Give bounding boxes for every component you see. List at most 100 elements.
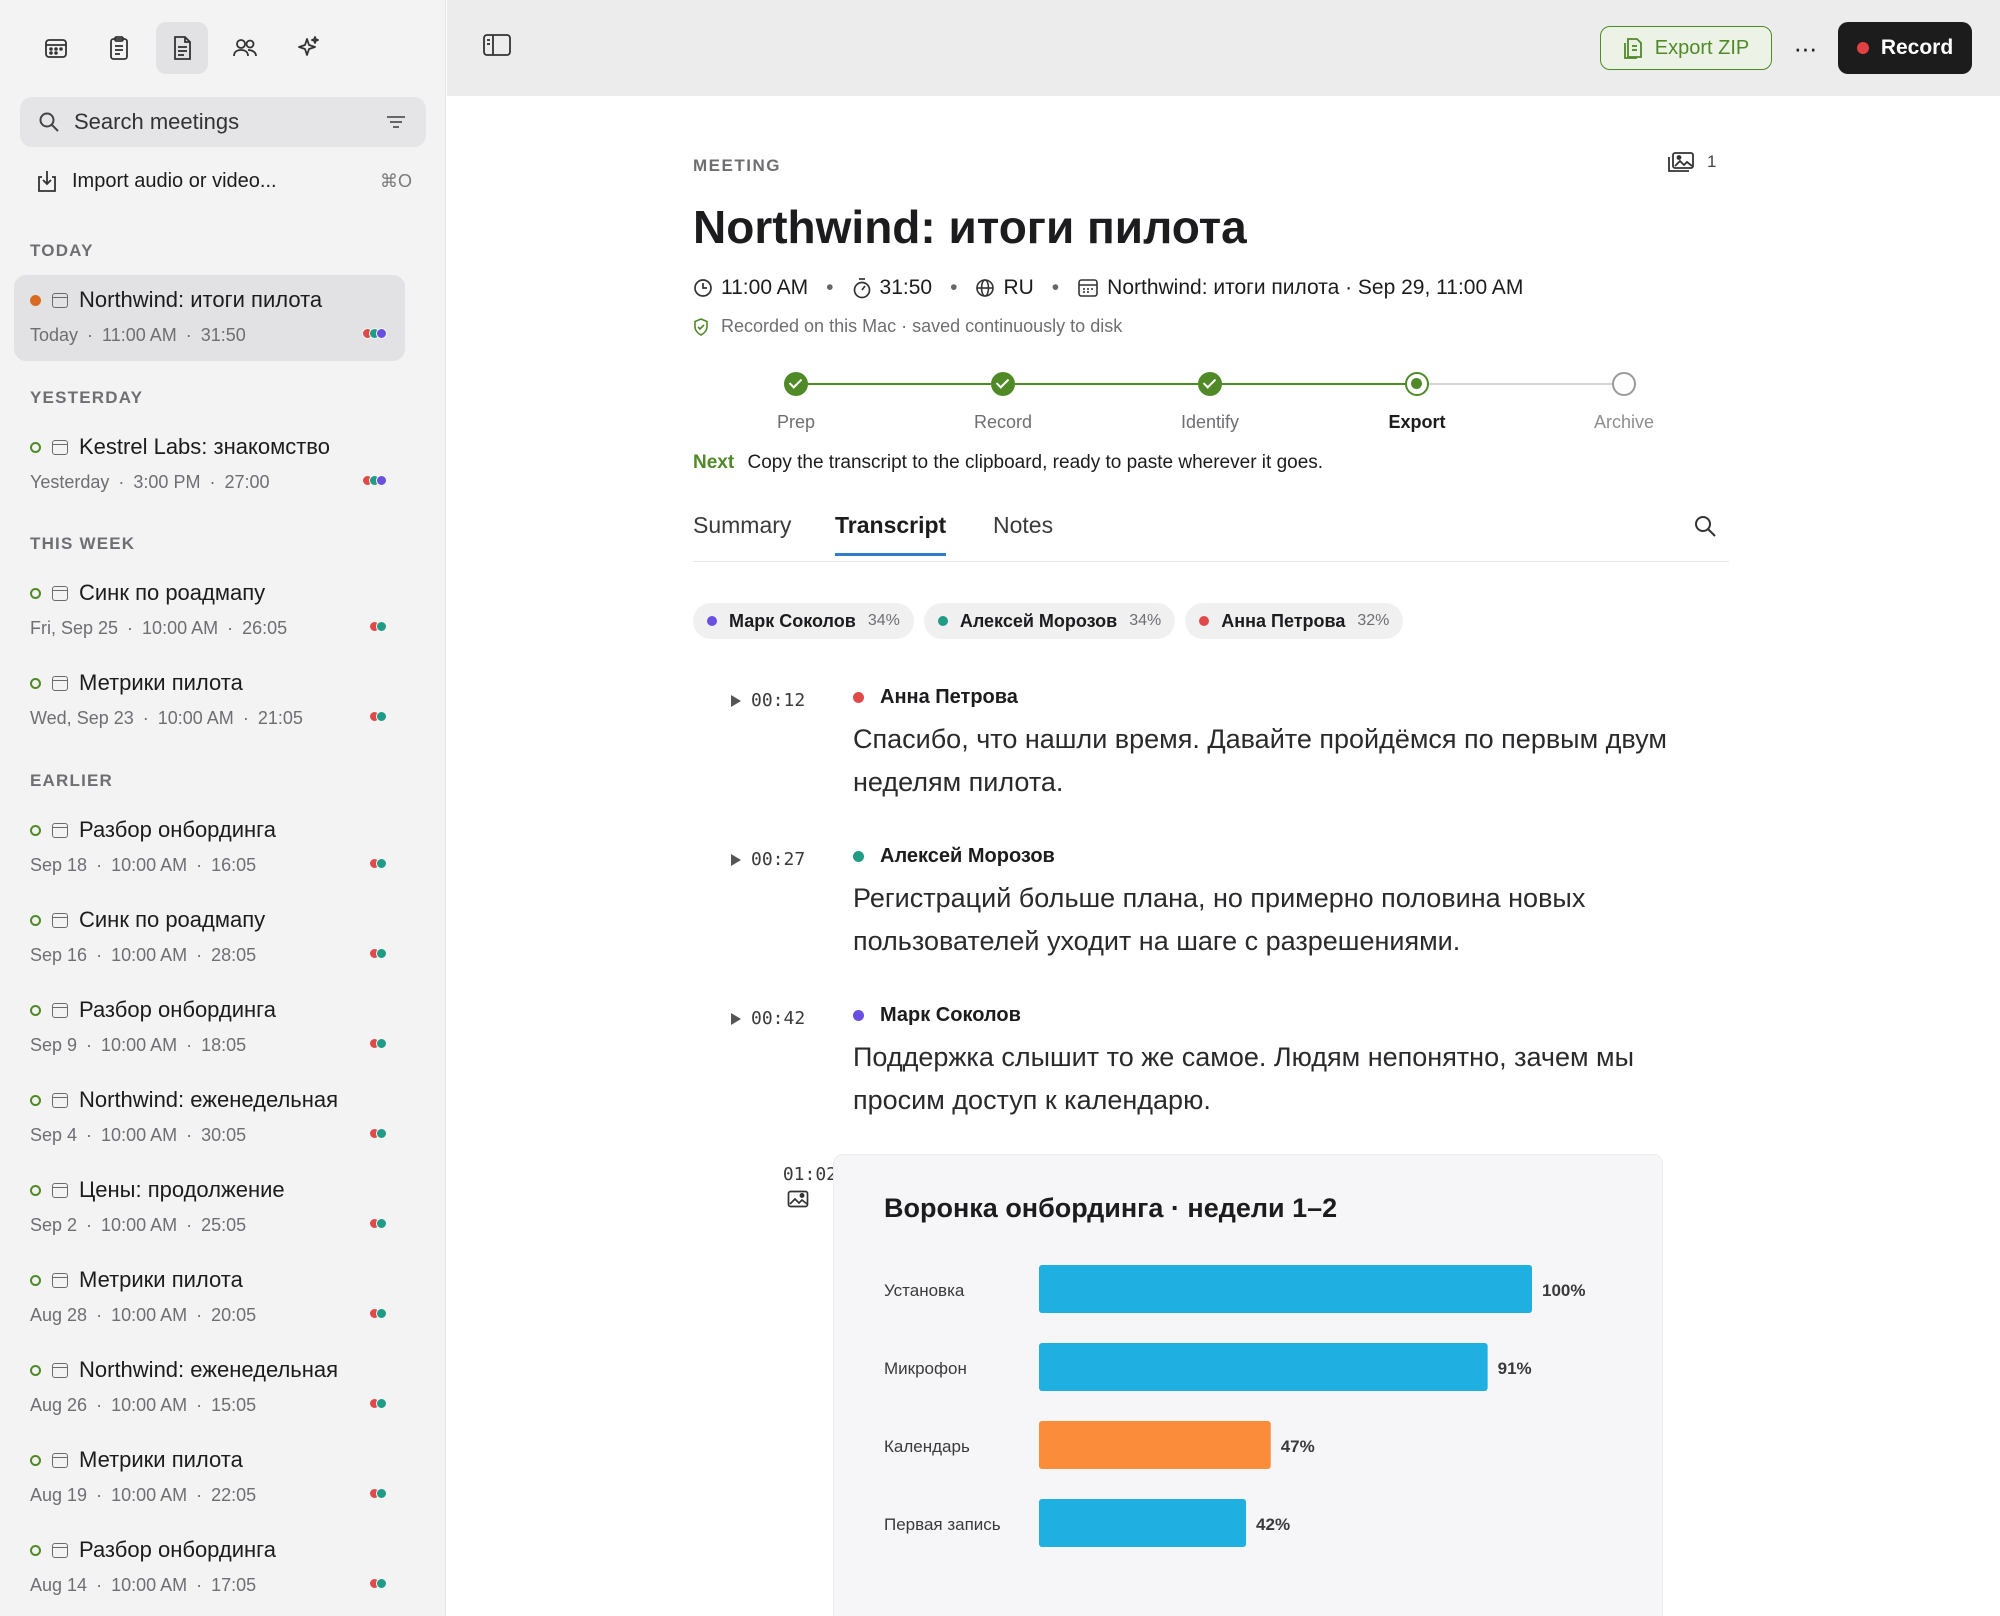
meeting-list-item[interactable]: Northwind: еженедельная Aug 26 · 10:00 AM · 1… [14,1345,405,1431]
meta-separator: · [196,1395,203,1415]
record-button[interactable]: Record [1838,22,1972,74]
speaker-chip[interactable]: Алексей Морозов 34% [923,603,1176,639]
export-zip-button[interactable]: Export ZIP [1600,26,1772,70]
tab-transcript[interactable]: Transcript [835,512,947,556]
utterance-timestamp[interactable]: 00:27 [731,849,805,870]
transcript-search-icon[interactable] [1693,514,1717,538]
participant-dots [369,858,387,869]
meta-separator: · [196,1485,203,1505]
meta-separator: · [127,618,134,638]
speaker-color-dot [853,1010,864,1021]
utterance-timestamp[interactable]: 00:42 [731,1008,805,1029]
utterance-time: 00:12 [751,690,806,711]
meeting-item-duration: 31:50 [200,325,246,345]
meeting-list-item[interactable]: Разбор онбординга Sep 18 · 10:00 AM · 16:05 [14,805,405,891]
meta-calendar-event[interactable]: Northwind: итоги пилота · Sep 29, 11:00 … [1077,276,1523,300]
meta-separator: · [96,1395,103,1415]
meeting-item-date: Today [30,325,79,345]
more-options-button[interactable]: ··· [1787,30,1823,66]
meeting-item-header: Синк по роадмапу [30,907,265,933]
meeting-list-item[interactable]: Синк по роадмапу Fri, Sep 25 · 10:00 AM · 26:… [14,568,405,654]
speaker-chip-name: Алексей Морозов [959,610,1118,631]
meeting-item-duration: 22:05 [211,1485,257,1505]
meeting-list-item[interactable]: Northwind: еженедельная Sep 4 · 10:00 AM · 30… [14,1075,405,1161]
meeting-item-meta: Wed, Sep 23 · 10:00 AM · 21:05 [30,708,303,729]
meeting-item-title: Kestrel Labs: знакомство [79,434,330,459]
meeting-item-duration: 18:05 [201,1035,247,1055]
meeting-item-duration: 25:05 [201,1215,247,1235]
speaker-chip[interactable]: Марк Соколов 34% [693,603,914,639]
meeting-list-item[interactable]: Northwind: итоги пилота Today · 11:00 AM · 31… [14,275,405,361]
meeting-item-header: Northwind: еженедельная [30,1357,338,1383]
speaker-chip[interactable]: Анна Петрова 32% [1185,603,1404,639]
calendar-icon [52,1542,68,1558]
meetings-view-button[interactable] [156,22,208,74]
export-file-icon [1623,38,1642,59]
participant-dot [376,1398,387,1409]
meta-separator: • [950,276,958,299]
meeting-item-header: Разбор онбординга [30,1537,276,1563]
meeting-item-header: Метрики пилота [30,670,243,696]
calendar-icon [52,1002,68,1018]
utterance-timestamp[interactable]: 00:12 [731,690,805,711]
funnel-chart-card[interactable]: Воронка онбординга · недели 1–2 Установка… [833,1154,1663,1616]
attachments-count: 1 [1707,152,1717,171]
step-identify-node[interactable] [1198,372,1222,396]
meeting-item-time: 10:00 AM [101,1125,178,1145]
meeting-list-item[interactable]: Синк по роадмапу Sep 16 · 10:00 AM · 28:05 [14,895,405,981]
meeting-list-item[interactable]: Kestrel Labs: знакомство Yesterday · 3:00 P… [14,422,405,508]
meeting-item-date: Sep 16 [30,945,88,965]
step-archive-node[interactable] [1612,372,1636,396]
meeting-item-date: Sep 9 [30,1035,78,1055]
filter-icon[interactable] [386,114,406,130]
meeting-list-item[interactable]: Метрики пилота Wed, Sep 23 · 10:00 AM · 21:05 [14,658,405,744]
tab-notes[interactable]: Notes [993,512,1053,553]
meeting-item-title: Разбор онбординга [79,997,276,1022]
attachments-button[interactable]: 1 [1667,151,1716,173]
image-timestamp[interactable]: 01:02 [757,1164,837,1185]
meeting-list-item[interactable]: Цены: продолжение Sep 2 · 10:00 AM · 25:05 [14,1165,405,1251]
meeting-list-item[interactable]: Метрики пилота Aug 28 · 10:00 AM · 20:05 [14,1255,405,1341]
meta-language: RU [975,276,1034,300]
meeting-detail: MEETING 1 Northwind: итоги пилота 11:00 … [447,96,2000,1616]
search-bar[interactable] [20,97,426,147]
calendar-view-button[interactable] [30,22,82,74]
play-icon[interactable] [731,694,741,707]
import-media-button[interactable]: Import audio or video... ⌘O [36,165,412,197]
meeting-list-item[interactable]: Метрики пилота Aug 19 · 10:00 AM · 22:05 [14,1435,405,1521]
calendar-icon [52,1272,68,1288]
sidebar-toggle-icon[interactable] [482,32,512,58]
meeting-item-meta: Today · 11:00 AM · 31:50 [30,325,246,346]
step-record-node[interactable] [991,372,1015,396]
people-view-button[interactable] [219,22,271,74]
utterance-text: Регистраций больше плана, но примерно по… [853,883,1586,956]
tasks-view-button[interactable] [93,22,145,74]
play-icon[interactable] [731,853,741,866]
meeting-item-title: Синк по роадмапу [79,580,266,605]
meeting-item-header: Цены: продолжение [30,1177,285,1203]
speaker-chip-share: 32% [1357,612,1390,629]
meeting-item-time: 10:00 AM [111,945,188,965]
meeting-list-item[interactable]: Разбор онбординга Sep 9 · 10:00 AM · 18:05 [14,985,405,1071]
meta-separator: · [87,325,94,345]
meeting-list-item[interactable]: Разбор онбординга Aug 14 · 10:00 AM · 17:05 [14,1525,405,1611]
status-dot-icon [30,1364,41,1376]
meeting-title: Northwind: итоги пилота [693,201,1247,253]
step-prep-node[interactable] [784,372,808,396]
meeting-item-title: Цены: продолжение [79,1177,285,1202]
meeting-item-header: Метрики пилота [30,1447,243,1473]
tab-summary[interactable]: Summary [693,512,791,553]
ai-view-button[interactable] [282,22,334,74]
participant-dot [376,621,387,632]
play-icon[interactable] [731,1012,741,1025]
stepper-connector [1015,383,1198,385]
sidebar: Import audio or video... ⌘O TODAY YESTER… [0,0,446,1616]
utterance-speaker-name: Алексей Морозов [880,845,1055,867]
meeting-item-meta: Yesterday · 3:00 PM · 27:00 [30,472,270,493]
step-export-node[interactable] [1405,372,1429,396]
status-dot-icon [30,1454,41,1466]
search-input[interactable] [74,109,386,135]
participant-dots [369,621,387,632]
utterance-time: 00:27 [751,849,806,870]
meeting-item-time: 10:00 AM [111,1575,188,1595]
